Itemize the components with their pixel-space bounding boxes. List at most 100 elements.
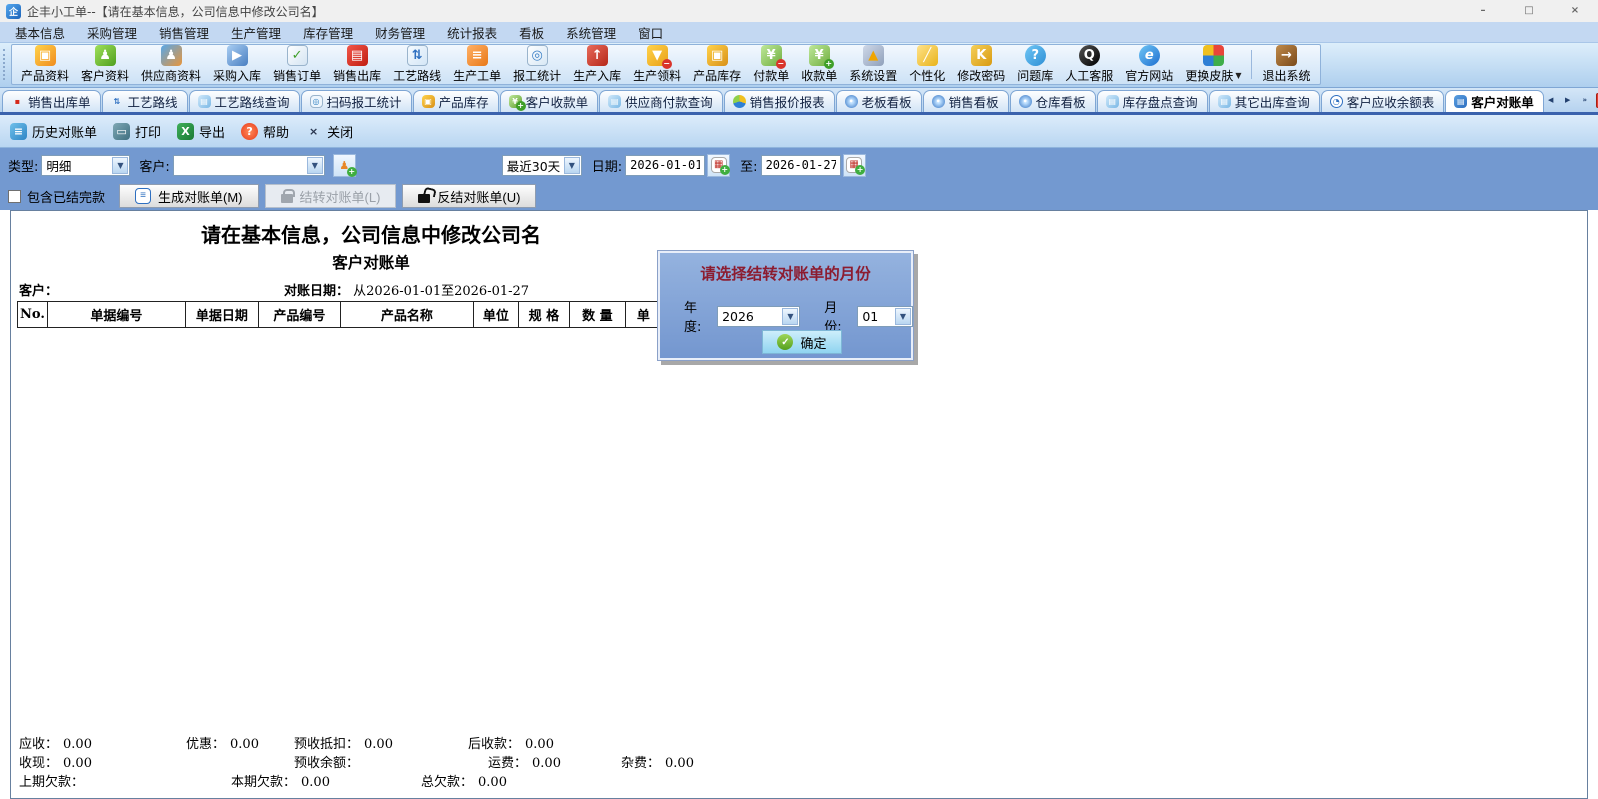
sales-out-basket-icon: ▤ <box>347 45 368 66</box>
menu-item-6[interactable]: 财务管理 <box>364 23 436 42</box>
type-select-value: 明细 <box>46 156 71 175</box>
summary-value: 0.00 <box>301 775 330 790</box>
calendar-to-button[interactable]: ▦+ <box>843 154 866 177</box>
stock-tab-icon: ▣ <box>422 95 435 108</box>
toolbar-button-4[interactable]: ▶采购入库 <box>207 45 267 84</box>
menu-item-9[interactable]: 系统管理 <box>555 23 627 42</box>
tab-7[interactable]: ▤供应商付款查询 <box>599 90 723 112</box>
toolbar-button-18[interactable]: ?问题库 <box>1011 45 1059 84</box>
statement-toolbar-4[interactable]: ?帮助 <box>241 122 289 141</box>
date-from-input[interactable] <box>625 155 705 176</box>
generate-statement-button[interactable]: ≡ 生成对账单(M) <box>119 184 259 208</box>
menu-item-1[interactable]: 基本信息 <box>4 23 76 42</box>
toolbar-button-10[interactable]: ↑生产入库 <box>567 45 627 84</box>
toolbar-button-2[interactable]: ♟客户资料 <box>75 45 135 84</box>
type-select[interactable]: 明细 ▼ <box>41 155 130 176</box>
menu-item-5[interactable]: 库存管理 <box>292 23 364 42</box>
tab-11[interactable]: •仓库看板 <box>1010 90 1096 112</box>
type-label: 类型: <box>8 156 38 175</box>
include-settled-checkbox[interactable] <box>8 190 21 203</box>
purchase-in-truck-icon: ▶ <box>227 45 248 66</box>
report-period: 对账日期： 从2026-01-01至2026-01-27 <box>284 280 529 299</box>
payment-icon: ¥− <box>761 45 782 66</box>
toolbar-button-17[interactable]: K修改密码 <box>951 45 1011 84</box>
toolbar-button-8[interactable]: ≡生产工单 <box>447 45 507 84</box>
tab-14[interactable]: ◔客户应收余额表 <box>1321 90 1445 112</box>
statement-toolbar-5[interactable]: ×关闭 <box>305 122 353 141</box>
tab-list-button[interactable]: » <box>1579 94 1591 107</box>
toolbar-button-13[interactable]: ¥−付款单 <box>747 45 795 84</box>
toolbar-button-19[interactable]: Q人工客服 <box>1059 45 1119 84</box>
date-label: 日期: <box>592 156 622 175</box>
tab-2[interactable]: ⇅工艺路线 <box>102 90 188 112</box>
tab-3[interactable]: ▤工艺路线查询 <box>189 90 300 112</box>
confirm-button[interactable]: ✓ 确定 <box>762 330 842 354</box>
toolbar-button-6[interactable]: ▤销售出库 <box>327 45 387 84</box>
date-to-input[interactable] <box>761 155 841 176</box>
help-icon: ? <box>241 123 258 140</box>
tab-8[interactable]: 销售报价报表 <box>724 90 835 112</box>
year-select[interactable]: 2026 ▼ <box>717 306 800 327</box>
menu-item-2[interactable]: 采购管理 <box>76 23 148 42</box>
restore-button[interactable]: □ <box>1506 0 1552 22</box>
tab-10[interactable]: •销售看板 <box>923 90 1009 112</box>
summary-item: 收现：0.00 <box>19 752 92 771</box>
toolbar-button-15[interactable]: ▲系统设置 <box>843 45 903 84</box>
toolbar-button-14[interactable]: ¥+收款单 <box>795 45 843 84</box>
date-range-value: 最近30天 <box>507 156 560 175</box>
toolbar-grip[interactable] <box>3 49 8 80</box>
menu-item-8[interactable]: 看板 <box>508 23 555 42</box>
toolbar-button-11[interactable]: ▼−生产领料 <box>627 45 687 84</box>
summary-item: 优惠：0.00 <box>186 733 259 752</box>
toolbar-button-20[interactable]: e官方网站 <box>1119 45 1179 84</box>
toolbar-button-16[interactable]: ╱个性化 <box>903 45 951 84</box>
customer-select[interactable]: ▼ <box>173 155 325 176</box>
toolbar-button-5[interactable]: ✓销售订单 <box>267 45 327 84</box>
toolbar-button-7[interactable]: ⇅工艺路线 <box>387 45 447 84</box>
toolbar-button-22[interactable]: →退出系统 <box>1256 45 1316 84</box>
tab-label: 工艺路线查询 <box>215 92 290 111</box>
date-range-select[interactable]: 最近30天 ▼ <box>502 155 582 176</box>
menu-item-7[interactable]: 统计报表 <box>436 23 508 42</box>
summary-value: 0.00 <box>478 775 507 790</box>
chevron-down-icon: ▼ <box>782 308 798 325</box>
tab-13[interactable]: ▤其它出库查询 <box>1209 90 1320 112</box>
tab-9[interactable]: •老板看板 <box>836 90 922 112</box>
tab-6[interactable]: ¥+客户收款单 <box>500 90 599 112</box>
tab-15[interactable]: ▤客户对账单 <box>1445 90 1544 112</box>
tab-5[interactable]: ▣产品库存 <box>413 90 499 112</box>
column-header-9: 单 <box>625 302 661 328</box>
tab-label: 客户对账单 <box>1471 92 1534 111</box>
month-select[interactable]: 01 ▼ <box>857 306 913 327</box>
summary-label: 预收抵扣： <box>294 737 359 752</box>
calendar-from-button[interactable]: ▦+ <box>707 154 730 177</box>
summary-label: 优惠： <box>186 737 225 752</box>
tab-next-icon: ▶ <box>1562 95 1574 107</box>
toolbar-button-21[interactable]: 更换皮肤▼ <box>1179 45 1247 84</box>
toolbar-button-3[interactable]: ♟供应商资料 <box>135 45 207 84</box>
statement-toolbar-label: 打印 <box>135 122 161 141</box>
window-title: 企丰小工单--【请在基本信息，公司信息中修改公司名】 <box>27 3 324 20</box>
tab-1[interactable]: ▪销售出库单 <box>2 90 101 112</box>
tab-4[interactable]: ◎扫码报工统计 <box>301 90 412 112</box>
minimize-button[interactable]: – <box>1460 0 1506 22</box>
add-customer-button[interactable]: ♟+ <box>333 154 356 177</box>
statement-toolbar-2[interactable]: ▭打印 <box>113 122 161 141</box>
toolbar-button-9[interactable]: ◎报工统计 <box>507 45 567 84</box>
toolbar-button-12[interactable]: ▣产品库存 <box>687 45 747 84</box>
sales-order-icon: ✓ <box>287 45 308 66</box>
statement-toolbar-1[interactable]: ≡历史对账单 <box>10 122 97 141</box>
menu-item-10[interactable]: 窗口 <box>627 23 674 42</box>
toolbar-button-1[interactable]: ▣产品资料 <box>15 45 75 84</box>
statement-toolbar-3[interactable]: X导出 <box>177 122 225 141</box>
tab-label: 库存盘点查询 <box>1123 92 1198 111</box>
tab-next-button[interactable]: ▶ <box>1562 94 1574 107</box>
menu-item-3[interactable]: 销售管理 <box>148 23 220 42</box>
close-button[interactable]: × <box>1552 0 1598 22</box>
menu-item-4[interactable]: 生产管理 <box>220 23 292 42</box>
tab-prev-button[interactable]: ◀ <box>1545 94 1557 107</box>
statement-table: No.单据编号单据日期产品编号产品名称单位规 格数 量单 <box>17 301 662 328</box>
receipt-icon-badge: + <box>824 59 834 69</box>
reverse-carry-button[interactable]: 反结对账单(U) <box>402 184 536 208</box>
tab-12[interactable]: ▤库存盘点查询 <box>1097 90 1208 112</box>
